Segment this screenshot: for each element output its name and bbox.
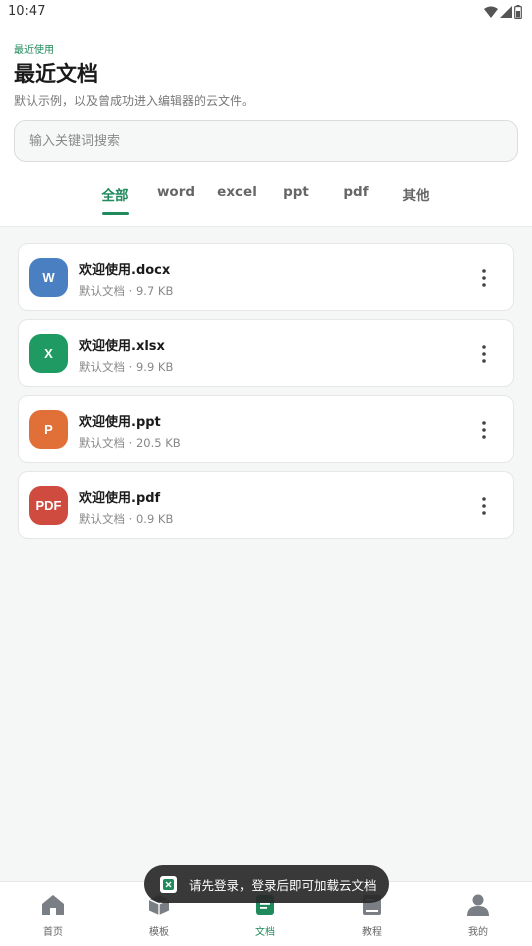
ppt-file-icon: P <box>29 410 68 449</box>
profile-icon <box>465 892 491 918</box>
login-toast: 请先登录，登录后即可加载云文档 <box>144 865 389 903</box>
nav-label: 我的 <box>468 927 488 938</box>
tab-other[interactable]: 其他 <box>403 184 430 204</box>
file-item-pdf[interactable]: PDF 欢迎使用.pdf 默认文档 · 0.9 KB <box>18 471 514 539</box>
pdf-file-icon: PDF <box>29 486 68 525</box>
more-vertical-icon <box>482 345 486 363</box>
tab-word[interactable]: word <box>157 184 195 200</box>
page-header: 最近使用 最近文档 默认示例，以及曾成功进入编辑器的云文件。 全部 word e… <box>0 24 532 227</box>
file-meta: 默认文档 · 0.9 KB <box>79 512 174 526</box>
file-name: 欢迎使用.ppt <box>79 415 161 430</box>
word-file-icon: W <box>29 258 68 297</box>
tab-pdf[interactable]: pdf <box>343 184 368 200</box>
more-vertical-icon <box>482 421 486 439</box>
more-options-button[interactable] <box>473 418 495 442</box>
nav-item-profile[interactable]: 我的 <box>448 892 508 938</box>
tab-ppt[interactable]: ppt <box>283 184 309 200</box>
tab-all[interactable]: 全部 <box>102 184 129 204</box>
more-vertical-icon <box>482 497 486 515</box>
nav-label: 首页 <box>43 927 63 938</box>
page-subtitle: 默认示例，以及曾成功进入编辑器的云文件。 <box>14 94 255 108</box>
battery-icon <box>514 5 522 19</box>
signal-icon <box>500 6 512 18</box>
file-item-ppt[interactable]: P 欢迎使用.ppt 默认文档 · 20.5 KB <box>18 395 514 463</box>
nav-label: 模板 <box>149 927 169 938</box>
file-list: W 欢迎使用.docx 默认文档 · 9.7 KB X 欢迎使用.xlsx 默认… <box>0 227 532 881</box>
home-icon <box>40 892 66 918</box>
more-options-button[interactable] <box>473 494 495 518</box>
page-title: 最近文档 <box>14 62 98 86</box>
file-name: 欢迎使用.docx <box>79 263 171 278</box>
status-icons <box>484 4 522 20</box>
status-time: 10:47 <box>8 4 46 19</box>
file-name: 欢迎使用.pdf <box>79 491 161 506</box>
filter-tabs: 全部 word excel ppt pdf 其他 <box>0 180 532 220</box>
app-logo-icon <box>160 875 177 893</box>
more-vertical-icon <box>482 269 486 287</box>
file-item-docx[interactable]: W 欢迎使用.docx 默认文档 · 9.7 KB <box>18 243 514 311</box>
file-item-xlsx[interactable]: X 欢迎使用.xlsx 默认文档 · 9.9 KB <box>18 319 514 387</box>
more-options-button[interactable] <box>473 342 495 366</box>
file-name: 欢迎使用.xlsx <box>79 339 165 354</box>
nav-label: 教程 <box>362 927 382 938</box>
search-box <box>14 120 518 162</box>
excel-file-icon: X <box>29 334 68 373</box>
active-tab-indicator <box>102 212 129 215</box>
nav-label: 文档 <box>255 927 275 938</box>
more-options-button[interactable] <box>473 266 495 290</box>
wifi-icon <box>484 6 498 18</box>
nav-item-home[interactable]: 首页 <box>23 892 83 938</box>
file-meta: 默认文档 · 9.7 KB <box>79 284 174 298</box>
section-eyebrow: 最近使用 <box>14 45 54 56</box>
file-meta: 默认文档 · 20.5 KB <box>79 436 181 450</box>
toast-message: 请先登录，登录后即可加载云文档 <box>189 877 377 893</box>
search-input[interactable] <box>15 121 517 161</box>
tab-excel[interactable]: excel <box>217 184 257 200</box>
status-bar: 10:47 <box>0 0 532 24</box>
file-meta: 默认文档 · 9.9 KB <box>79 360 174 374</box>
